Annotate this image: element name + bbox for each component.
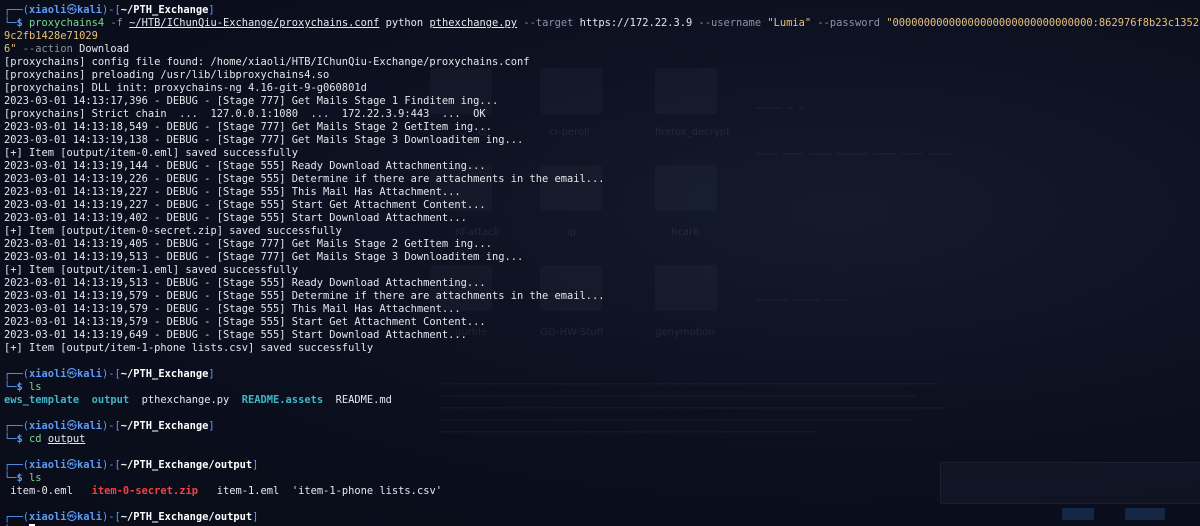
output-line: 2023-03-01 14:13:19,579 - DEBUG - [Stage…	[4, 303, 461, 315]
output-line: [proxychains] DLL init: proxychains-ng 4…	[4, 82, 367, 94]
output-line: [+] Item [output/item-1-phone lists.csv]…	[4, 342, 374, 354]
output-line: 2023-03-01 14:13:19,513 - DEBUG - [Stage…	[4, 251, 524, 263]
ls-entry-file: pthexchange.py	[141, 394, 230, 406]
ls-entry-file: item-0.eml	[10, 485, 73, 497]
prompt-header: ┌──(xiaoli㉿kali)-[~/PTH_Exchange/output]	[4, 459, 259, 471]
output-line: [+] Item [output/item-0-secret.zip] save…	[4, 225, 342, 237]
output-line: 2023-03-01 14:13:19,227 - DEBUG - [Stage…	[4, 199, 486, 211]
output-line: 2023-03-01 14:13:17,396 - DEBUG - [Stage…	[4, 95, 499, 107]
command-line: └─$ cd output	[4, 433, 86, 445]
ls-output: item-0.eml item-0-secret.zip item-1.eml …	[4, 485, 1200, 498]
output-line: [proxychains] preloading /usr/lib/libpro…	[4, 69, 330, 81]
ls-entry-file: README.md	[335, 394, 392, 406]
command-line: └─$ ls	[4, 472, 42, 484]
ls-output: ews_template output pthexchange.py READM…	[4, 394, 1200, 407]
prompt-header: ┌──(xiaoli㉿kali)-[~/PTH_Exchange]	[4, 4, 215, 16]
command-line: └─$ proxychains4 -f ~/HTB/IChunQiu-Excha…	[4, 17, 1200, 55]
terminal-window[interactable]: ct cr-peroll firefox_decrypt nf-attack i…	[0, 0, 1200, 526]
ls-entry-file: 'item-1-phone lists.csv'	[291, 485, 442, 497]
prompt-header: ┌──(xiaoli㉿kali)-[~/PTH_Exchange]	[4, 368, 215, 380]
output-line: 2023-03-01 14:13:19,579 - DEBUG - [Stage…	[4, 290, 605, 302]
output-line: [+] Item [output/item-1.eml] saved succe…	[4, 264, 299, 276]
output-line: [proxychains] config file found: /home/x…	[4, 56, 530, 68]
output-line: 2023-03-01 14:13:19,405 - DEBUG - [Stage…	[4, 238, 492, 250]
output-line: 2023-03-01 14:13:18,549 - DEBUG - [Stage…	[4, 121, 492, 133]
output-line: 2023-03-01 14:13:19,579 - DEBUG - [Stage…	[4, 316, 486, 328]
output-line: 2023-03-01 14:13:19,649 - DEBUG - [Stage…	[4, 329, 467, 341]
ls-entry-file: item-1.eml	[216, 485, 280, 497]
ls-entry-dir: output	[91, 394, 130, 406]
prompt-header: ┌──(xiaoli㉿kali)-[~/PTH_Exchange]	[4, 420, 215, 432]
output-line: 2023-03-01 14:13:19,138 - DEBUG - [Stage…	[4, 134, 524, 146]
output-line: 2023-03-01 14:13:19,402 - DEBUG - [Stage…	[4, 212, 467, 224]
ls-entry-archive: item-0-secret.zip	[91, 485, 198, 497]
output-line: [+] Item [output/item-0.eml] saved succe…	[4, 147, 299, 159]
output-line: [proxychains] Strict chain ... 127.0.0.1…	[4, 108, 486, 120]
prompt-header: ┌──(xiaoli㉿kali)-[~/PTH_Exchange/output]	[4, 511, 259, 523]
ls-entry-dir: README.assets	[241, 394, 324, 406]
terminal-output[interactable]: ┌──(xiaoli㉿kali)-[~/PTH_Exchange] └─$ pr…	[4, 4, 1200, 526]
output-line: 2023-03-01 14:13:19,226 - DEBUG - [Stage…	[4, 173, 605, 185]
output-line: 2023-03-01 14:13:19,227 - DEBUG - [Stage…	[4, 186, 461, 198]
output-line: 2023-03-01 14:13:19,513 - DEBUG - [Stage…	[4, 277, 486, 289]
output-line: 2023-03-01 14:13:19,144 - DEBUG - [Stage…	[4, 160, 486, 172]
command-line: └─$ ls	[4, 381, 42, 393]
ls-entry-dir: ews_template	[4, 394, 80, 406]
